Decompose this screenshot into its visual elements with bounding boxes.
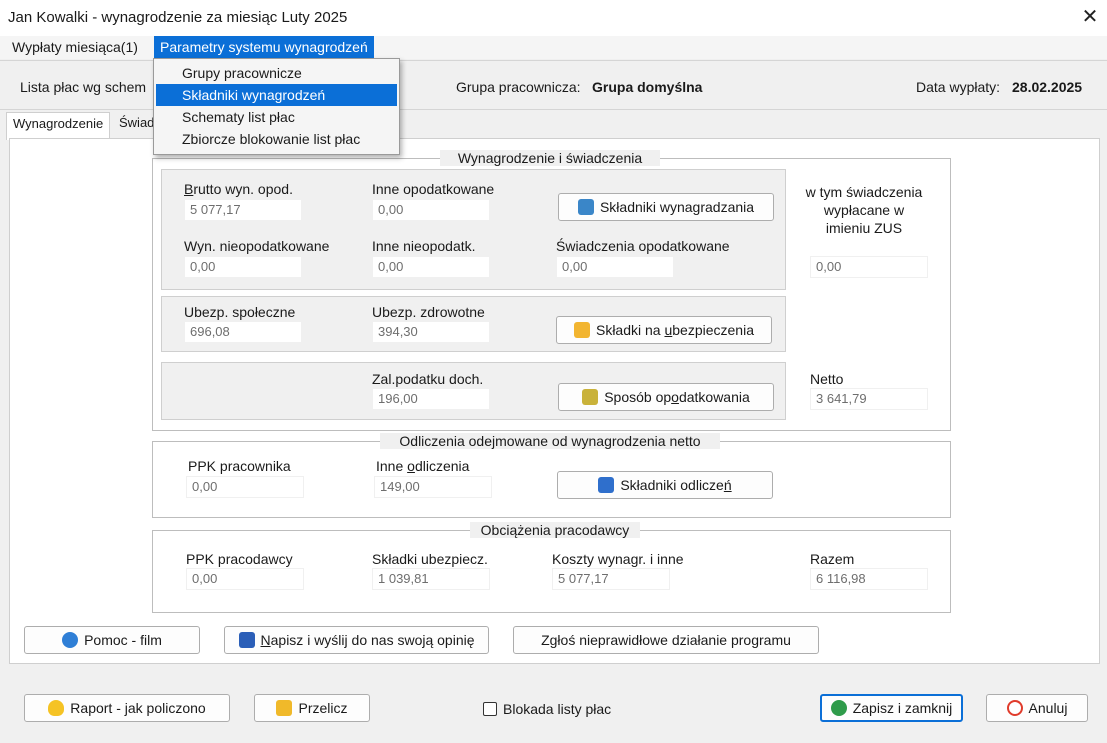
pomoc-film-label: Pomoc - film xyxy=(84,632,162,648)
eraser-icon xyxy=(598,477,615,493)
swiad-opod-field[interactable]: 0,00 xyxy=(556,256,674,278)
cancel-icon xyxy=(1006,700,1023,716)
section-obciazenia-title: Obciążenia pracodawcy xyxy=(470,522,640,538)
razem-label: Razem xyxy=(810,551,855,567)
tax-icon xyxy=(582,389,599,405)
przelicz-button[interactable]: Przelicz xyxy=(254,694,370,722)
napisz-opinie-button[interactable]: Napisz i wyślij do nas swoją opinię xyxy=(224,626,489,654)
brutto-label: Brutto wyn. opod. xyxy=(184,181,293,197)
przelicz-label: Przelicz xyxy=(298,700,348,716)
swiad-opod-label: Świadczenia opodatkowane xyxy=(556,238,730,254)
skladki-ubezpieczenia-label: Składki na ubezpieczenia xyxy=(595,322,754,338)
skladniki-wynagradzania-button[interactable]: Składniki wynagradzania xyxy=(558,193,774,221)
inne-opod-label: Inne opodatkowane xyxy=(372,181,495,197)
title-bar: Jan Kowalki - wynagrodzenie za miesiąc L… xyxy=(0,0,1107,36)
menu-wyplaty[interactable]: Wypłaty miesiąca(1) xyxy=(6,36,144,58)
checkmark-icon xyxy=(830,700,847,716)
zus-field[interactable]: 0,00 xyxy=(810,256,928,278)
skladniki-odliczen-label: Składniki odliczeń xyxy=(620,477,732,493)
close-icon[interactable]: ✕ xyxy=(1078,4,1102,30)
sposob-opodatkowania-label: Sposób opodatkowania xyxy=(604,389,750,405)
lista-label: Lista płac wg schem xyxy=(20,79,147,95)
napisz-opinie-label: Napisz i wyślij do nas swoją opinię xyxy=(260,632,475,648)
inne-opod-field[interactable]: 0,00 xyxy=(372,199,490,221)
razem-field[interactable]: 6 116,98 xyxy=(810,568,928,590)
mail-icon xyxy=(238,632,255,648)
zus-label: w tym świadczenia wypłacane w imieniu ZU… xyxy=(805,184,923,236)
blokada-label: Blokada listy płac xyxy=(503,701,612,717)
zal-label: Zal.podatku doch. xyxy=(372,371,484,387)
wyn-nieopod-label: Wyn. nieopodatkowane xyxy=(184,238,330,254)
ppk-pracod-field[interactable]: 0,00 xyxy=(186,568,304,590)
data-label: Data wypłaty: xyxy=(916,79,1001,95)
wyn-nieopod-field[interactable]: 0,00 xyxy=(184,256,302,278)
sposob-opodatkowania-button[interactable]: Sposób opodatkowania xyxy=(558,383,774,411)
ubezp-zdr-field[interactable]: 394,30 xyxy=(372,321,490,343)
menu-bar: Wypłaty miesiąca(1) Parametry systemu wy… xyxy=(0,36,1107,59)
koszty-field[interactable]: 5 077,17 xyxy=(552,568,670,590)
inne-nieopod-field[interactable]: 0,00 xyxy=(372,256,490,278)
anuluj-button[interactable]: Anuluj xyxy=(986,694,1088,722)
dropdown-blokowanie[interactable]: Zbiorcze blokowanie list płac xyxy=(156,128,397,150)
grupa-label: Grupa pracownicza: xyxy=(456,79,581,95)
skladniki-odliczen-button[interactable]: Składniki odliczeń xyxy=(557,471,773,499)
skladniki-wynagradzania-label: Składniki wynagradzania xyxy=(599,199,755,215)
raport-label: Raport - jak policzono xyxy=(70,700,206,716)
zal-field[interactable]: 196,00 xyxy=(372,388,490,410)
raport-button[interactable]: Raport - jak policzono xyxy=(24,694,230,722)
blokada-checkbox[interactable] xyxy=(483,702,497,716)
lightbulb-icon xyxy=(48,700,65,716)
dropdown-skladniki[interactable]: Składniki wynagrodzeń xyxy=(156,84,397,106)
inne-odl-label: Inne odliczenia xyxy=(376,458,470,474)
data-value: 28.02.2025 xyxy=(1012,79,1083,95)
menu-parametry[interactable]: Parametry systemu wynagrodzeń xyxy=(154,36,374,58)
ubezp-spol-field[interactable]: 696,08 xyxy=(184,321,302,343)
ppk-pracod-label: PPK pracodawcy xyxy=(186,551,293,567)
calculator-icon xyxy=(276,700,293,716)
skladki-ubezpieczenia-button[interactable]: Składki na ubezpieczenia xyxy=(556,316,772,344)
zapisz-label: Zapisz i zamknij xyxy=(852,700,953,716)
document-icon xyxy=(577,199,594,215)
netto-field[interactable]: 3 641,79 xyxy=(810,388,928,410)
coins-icon xyxy=(573,322,590,338)
ubezp-zdr-label: Ubezp. zdrowotne xyxy=(372,304,485,320)
ubezp-spol-label: Ubezp. społeczne xyxy=(184,304,296,320)
zglos-button[interactable]: Zgłoś nieprawidłowe działanie programu xyxy=(513,626,819,654)
parametry-dropdown: Grupy pracownicze Składniki wynagrodzeń … xyxy=(153,58,400,155)
ppk-prac-field[interactable]: 0,00 xyxy=(186,476,304,498)
netto-label: Netto xyxy=(810,371,844,387)
info-icon xyxy=(62,632,79,648)
brutto-field[interactable]: 5 077,17 xyxy=(184,199,302,221)
pomoc-film-button[interactable]: Pomoc - film xyxy=(24,626,200,654)
inne-nieopod-label: Inne nieopodatk. xyxy=(372,238,476,254)
dropdown-grupy[interactable]: Grupy pracownicze xyxy=(156,62,397,84)
section-wynagrodzenie-title: Wynagrodzenie i świadczenia xyxy=(440,150,660,166)
ppk-prac-label: PPK pracownika xyxy=(188,458,291,474)
dropdown-schematy[interactable]: Schematy list płac xyxy=(156,106,397,128)
skl-ubezp-label: Składki ubezpiecz. xyxy=(372,551,488,567)
zapisz-button[interactable]: Zapisz i zamknij xyxy=(820,694,963,722)
window-title: Jan Kowalki - wynagrodzenie za miesiąc L… xyxy=(8,9,348,26)
grupa-value: Grupa domyślna xyxy=(592,79,703,95)
koszty-label: Koszty wynagr. i inne xyxy=(552,551,684,567)
anuluj-label: Anuluj xyxy=(1028,700,1068,716)
inne-odl-field[interactable]: 149,00 xyxy=(374,476,492,498)
section-odliczenia-title: Odliczenia odejmowane od wynagrodzenia n… xyxy=(380,433,720,449)
skl-ubezp-field[interactable]: 1 039,81 xyxy=(372,568,490,590)
tab-wynagrodzenie[interactable]: Wynagrodzenie xyxy=(6,112,111,140)
